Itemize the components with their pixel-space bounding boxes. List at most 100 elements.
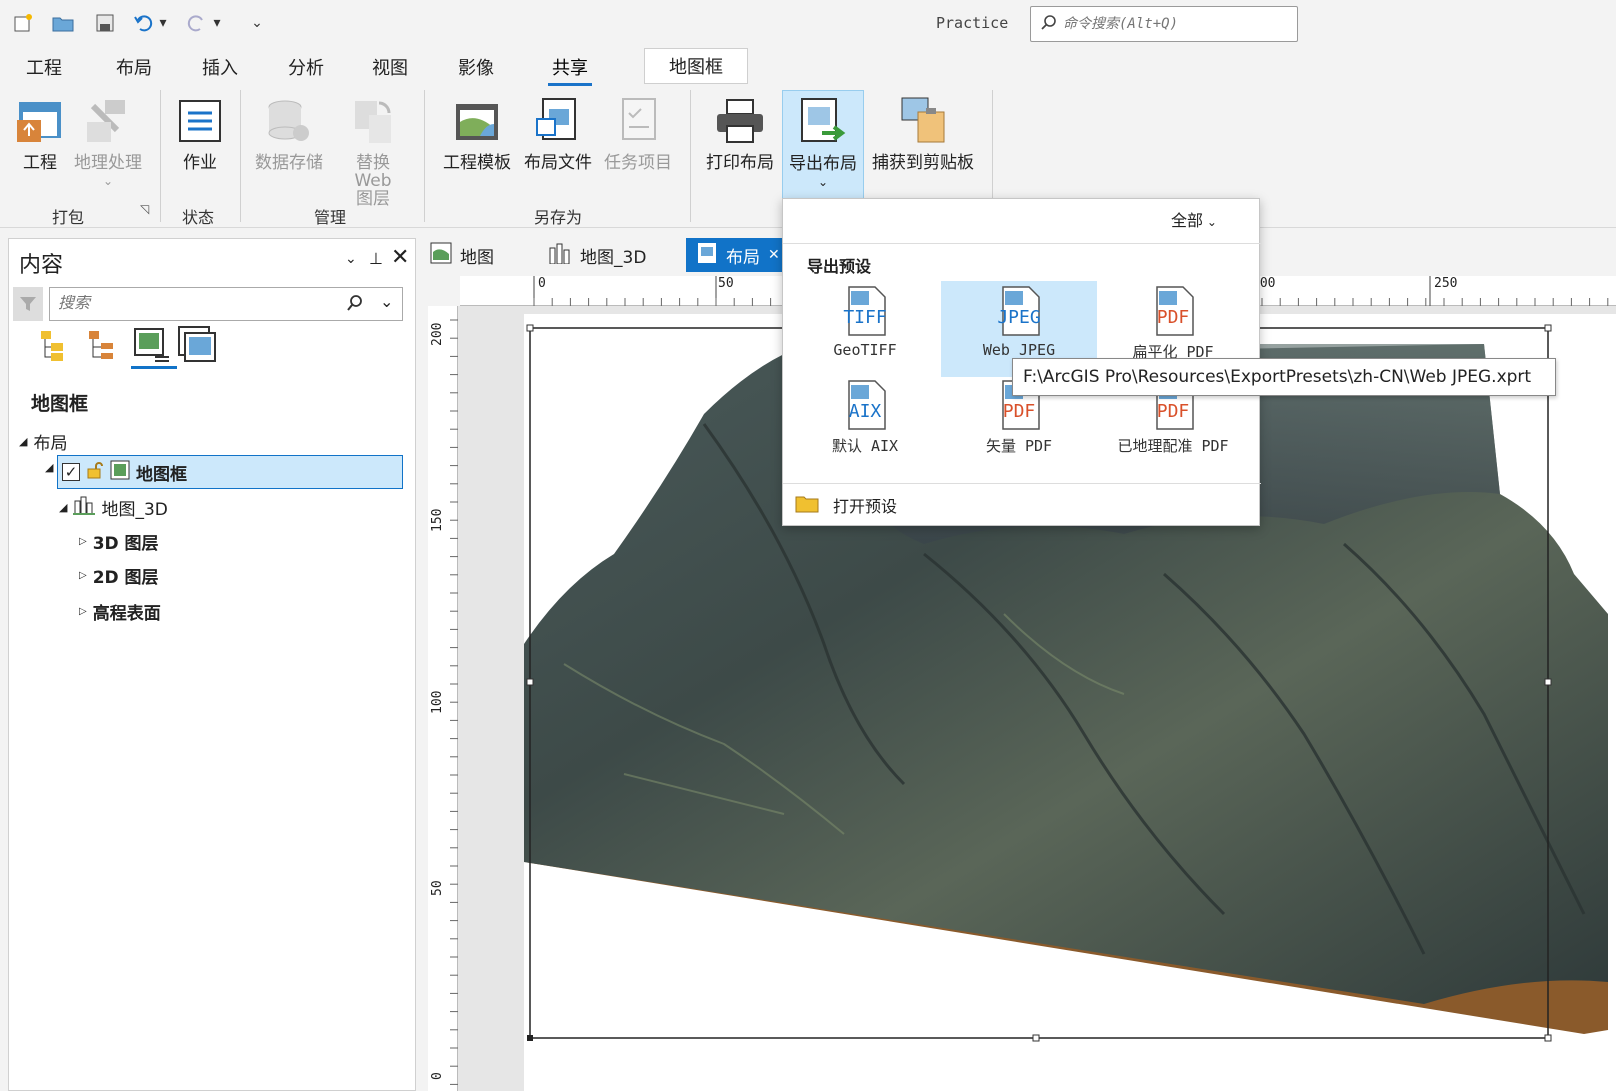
datastore-button[interactable]: 数据存储 xyxy=(252,94,326,172)
dialog-launcher-icon[interactable]: ◹ xyxy=(140,202,149,216)
expand-icon[interactable]: ◢ xyxy=(19,435,27,448)
package-project-button[interactable]: 工程 xyxy=(12,94,68,172)
preset-path-tooltip: F:\ArcGIS Pro\Resources\ExportPresets\zh… xyxy=(1012,358,1556,396)
chevron-down-icon: ⌄ xyxy=(817,175,829,189)
tree-item-map-3d[interactable]: ◢ 地图_3D xyxy=(59,495,168,520)
tree-item-elevation-surfaces[interactable]: ▷ 高程表面 xyxy=(79,599,161,624)
geoprocessing-icon xyxy=(81,94,135,148)
preset-badge: AIX xyxy=(848,401,882,422)
map-icon xyxy=(430,242,452,269)
pane-options-icon[interactable]: ⌄ xyxy=(345,251,357,267)
command-search[interactable] xyxy=(1030,6,1298,42)
tab-imagery[interactable]: 影像 xyxy=(454,54,498,80)
collapse-icon[interactable]: ▷ xyxy=(79,570,87,581)
replace-web-layer-button[interactable]: 替换 Web 图层 xyxy=(336,94,410,208)
preset-badge: JPEG xyxy=(997,307,1041,328)
command-search-input[interactable] xyxy=(1063,16,1283,32)
project-template-button[interactable]: 工程模板 xyxy=(438,94,516,172)
quick-access-toolbar: ▾ ▾ ⌄ Practice xyxy=(0,0,1616,46)
group-label-save-as: 另存为 xyxy=(534,208,583,227)
filter-icon[interactable] xyxy=(13,287,43,321)
open-folder-icon[interactable] xyxy=(50,10,76,36)
redo-dropdown-icon[interactable]: ▾ xyxy=(210,10,224,36)
tab-map-frame[interactable]: 地图框 xyxy=(644,48,748,84)
scene-icon xyxy=(548,242,572,269)
preset-badge: PDF xyxy=(1002,401,1036,422)
preset-default-aix[interactable]: AIX 默认 AIX xyxy=(787,375,943,471)
chevron-down-icon: ⌄ xyxy=(102,174,114,188)
scene-icon xyxy=(73,495,96,520)
list-by-drawing-order-icon[interactable] xyxy=(37,327,73,367)
tree-item-map-frame[interactable]: ✓ 地图框 xyxy=(57,455,403,489)
contents-pane: 内容 ⌄ ⊥ ✕ ⌄ 地图框 ◢ 布局 ✓ 地图框 ◢ ◢ xyxy=(8,238,416,1091)
ruler-label: 50 xyxy=(718,276,734,291)
list-by-element-icon[interactable] xyxy=(177,325,217,369)
project-template-icon xyxy=(450,94,504,148)
map-frame-icon xyxy=(110,460,130,485)
task-item-icon xyxy=(611,94,665,148)
undo-dropdown-icon[interactable]: ▾ xyxy=(156,10,170,36)
package-project-icon xyxy=(13,94,67,148)
expand-icon[interactable]: ◢ xyxy=(59,501,67,514)
tab-analysis[interactable]: 分析 xyxy=(284,54,328,80)
contents-search[interactable]: ⌄ xyxy=(49,287,403,321)
ruler-label: 250 xyxy=(1434,276,1458,291)
new-project-icon[interactable] xyxy=(10,10,36,36)
close-icon[interactable]: ✕ xyxy=(391,245,409,270)
contents-title: 内容 xyxy=(19,253,64,278)
print-layout-button[interactable]: 打印布局 xyxy=(702,94,778,172)
undo-icon[interactable] xyxy=(130,10,156,36)
tab-layout[interactable]: 布局 xyxy=(112,54,156,80)
package-geoprocessing-button[interactable]: 地理处理 ⌄ xyxy=(70,94,146,190)
preset-geotiff[interactable]: TIFF GeoTIFF xyxy=(787,281,943,377)
save-icon[interactable] xyxy=(92,10,118,36)
tab-insert[interactable]: 插入 xyxy=(198,54,242,80)
collapse-icon[interactable]: ▷ xyxy=(79,606,87,617)
tree-item-2d-layers[interactable]: ▷ 2D 图层 xyxy=(79,563,159,588)
job-button[interactable]: 作业 xyxy=(170,94,230,172)
ruler-label: 50 xyxy=(430,880,445,896)
section-title: 导出预设 xyxy=(807,257,872,276)
ruler-label: 150 xyxy=(430,508,445,532)
ruler-label: 100 xyxy=(430,690,445,714)
open-preset-item[interactable]: 打开预设 xyxy=(795,489,1255,521)
tab-project[interactable]: 工程 xyxy=(22,54,66,80)
tree-item-3d-layers[interactable]: ▷ 3D 图层 xyxy=(79,529,159,554)
search-icon xyxy=(346,294,364,316)
preset-filter[interactable]: 全部 ⌄ xyxy=(1171,207,1217,231)
job-icon xyxy=(173,94,227,148)
contents-heading: 地图框 xyxy=(31,393,89,415)
search-icon xyxy=(1041,14,1057,34)
redo-icon[interactable] xyxy=(184,10,210,36)
preset-badge: PDF xyxy=(1156,401,1190,422)
clipboard-icon xyxy=(896,94,950,148)
layout-file-button[interactable]: 布局文件 xyxy=(520,94,596,172)
replace-layer-icon xyxy=(346,94,400,148)
preset-badge: PDF xyxy=(1156,307,1190,328)
customize-toolbar-icon[interactable]: ⌄ xyxy=(244,10,270,36)
chevron-down-icon[interactable]: ⌄ xyxy=(380,292,393,311)
tree-item-layout[interactable]: ◢ 布局 xyxy=(19,429,67,454)
ruler-left: 200 150 100 50 0 xyxy=(428,306,458,1091)
view-tab-map-3d[interactable]: 地图_3D xyxy=(538,238,656,272)
layout-icon xyxy=(696,242,718,269)
close-icon[interactable]: ✕ xyxy=(768,247,780,263)
tab-view[interactable]: 视图 xyxy=(368,54,412,80)
ruler-label: 0 xyxy=(430,1072,445,1080)
checkbox[interactable]: ✓ xyxy=(62,463,80,481)
view-tab-map[interactable]: 地图 xyxy=(420,238,504,272)
export-layout-button[interactable]: 导出布局 ⌄ xyxy=(782,90,864,200)
preset-badge: TIFF xyxy=(843,307,887,328)
pin-icon[interactable]: ⊥ xyxy=(369,249,383,268)
capture-clipboard-button[interactable]: 捕获到剪贴板 xyxy=(868,94,978,172)
list-by-map-frame-icon[interactable] xyxy=(131,325,177,369)
contents-search-input[interactable] xyxy=(58,295,338,313)
expand-icon[interactable]: ◢ xyxy=(45,461,53,474)
task-item-button[interactable]: 任务项目 xyxy=(600,94,676,172)
collapse-icon[interactable]: ▷ xyxy=(79,536,87,547)
project-name: Practice xyxy=(936,14,1009,32)
lock-icon[interactable] xyxy=(86,461,104,484)
list-by-source-icon[interactable] xyxy=(85,327,121,367)
tab-share[interactable]: 共享 xyxy=(548,54,592,86)
export-layout-icon xyxy=(796,95,850,149)
